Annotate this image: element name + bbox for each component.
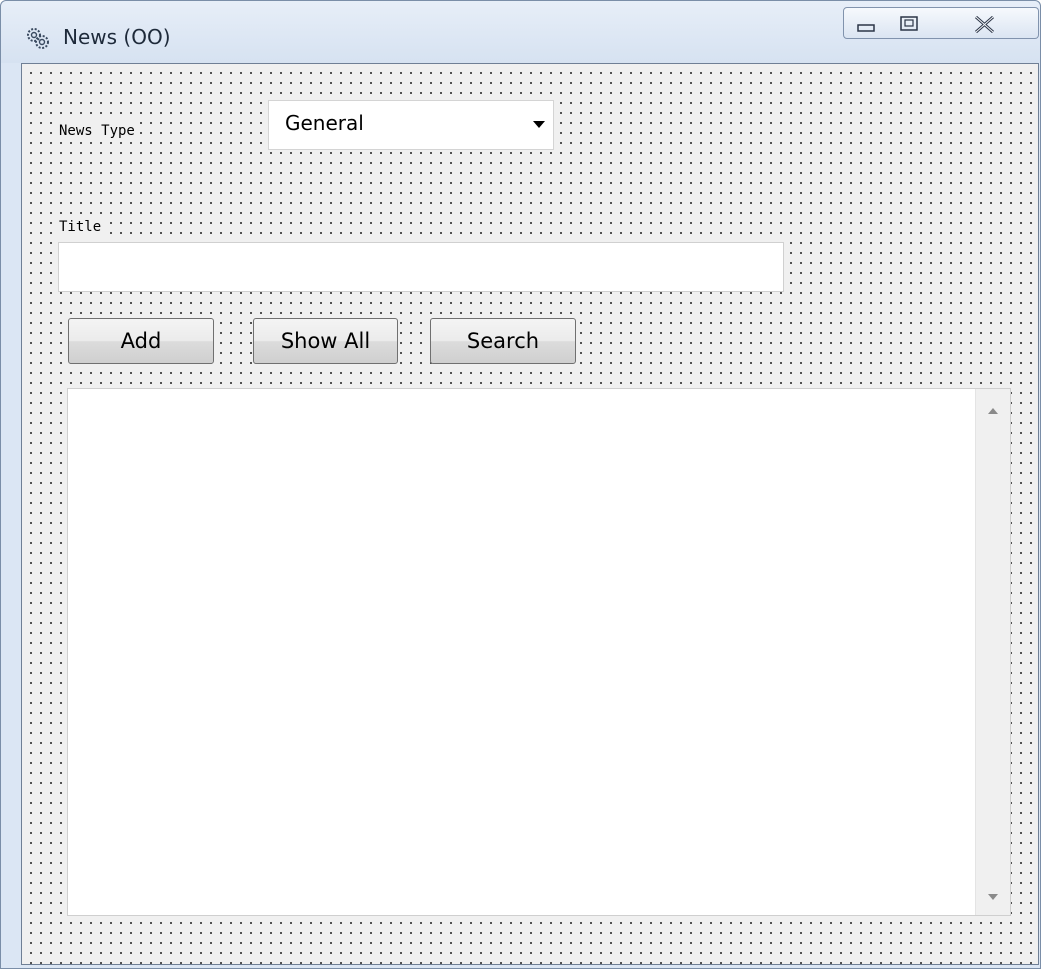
title-input[interactable] xyxy=(58,242,784,292)
show-all-button[interactable]: Show All xyxy=(253,318,398,364)
close-button[interactable] xyxy=(931,7,1039,39)
news-type-dropdown[interactable]: General xyxy=(268,100,554,150)
news-type-selected-value: General xyxy=(285,111,364,135)
scroll-down-arrow-icon[interactable] xyxy=(987,893,999,901)
title-label: Title xyxy=(58,218,103,236)
title-bar[interactable]: News (OO) xyxy=(1,1,1040,63)
scroll-up-arrow-icon[interactable] xyxy=(987,407,999,415)
results-listbox[interactable] xyxy=(67,388,1011,916)
minimize-button[interactable] xyxy=(843,7,888,39)
news-type-label: News Type xyxy=(58,122,136,140)
window-title: News (OO) xyxy=(63,25,171,49)
form-design-surface: News Type General Title Add Show All Sea… xyxy=(21,63,1039,965)
maximize-button[interactable] xyxy=(887,7,932,39)
news-window: News (OO) News Type General Title Add Sh… xyxy=(0,0,1041,969)
minimize-icon xyxy=(857,24,875,32)
close-icon xyxy=(975,15,994,34)
add-button[interactable]: Add xyxy=(68,318,214,364)
app-gears-icon xyxy=(27,28,49,49)
vertical-scrollbar[interactable] xyxy=(975,389,1010,915)
maximize-icon xyxy=(900,16,918,31)
chevron-down-icon xyxy=(533,121,545,128)
search-button[interactable]: Search xyxy=(430,318,576,364)
